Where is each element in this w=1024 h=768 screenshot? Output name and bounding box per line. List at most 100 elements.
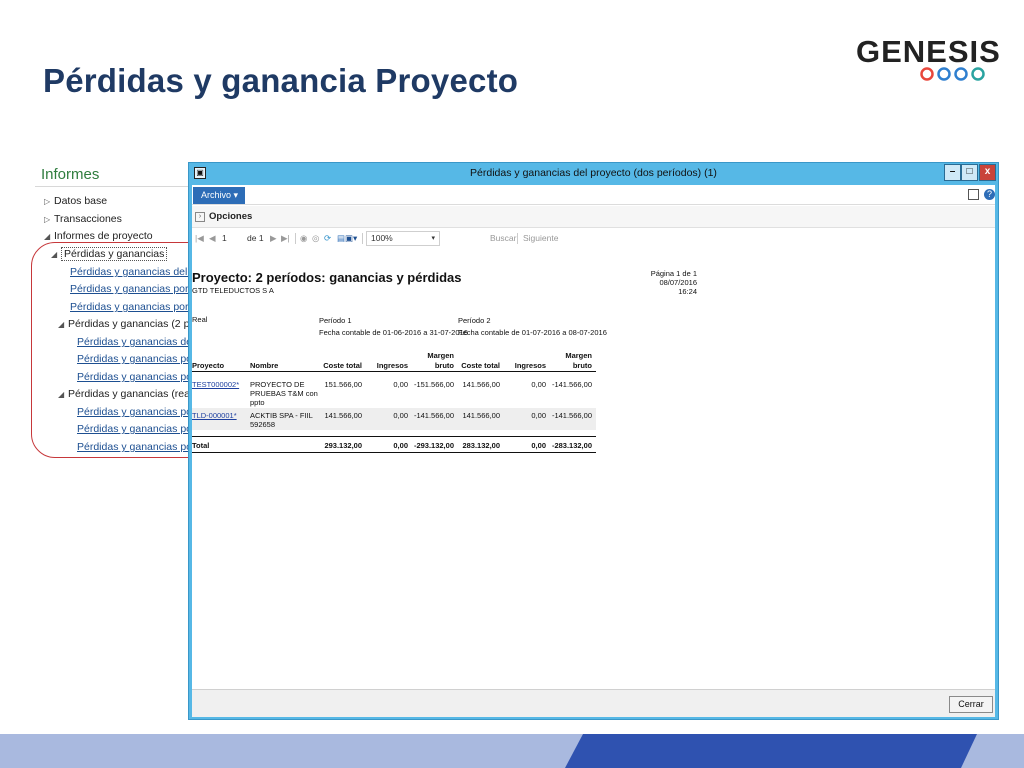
logo-rings-icon [920, 67, 985, 81]
expand-triangle-icon: ▷ [44, 197, 51, 206]
project-name: 592658 [250, 420, 276, 429]
cell-value: -141.566,00 [551, 411, 592, 420]
report-time: 16:24 [678, 287, 697, 296]
informes-divider [35, 186, 195, 187]
total-value: 283.132,00 [462, 441, 500, 450]
col-p1-ingresos: Ingresos [376, 361, 408, 370]
col-p2-coste: Coste total [461, 361, 500, 370]
cell-value: 141.566,00 [462, 411, 500, 420]
cell-value: -141.566,00 [551, 380, 592, 389]
collapse-triangle-icon: ◢ [44, 232, 51, 241]
col-proyecto: Proyecto [192, 361, 225, 370]
tree-item-transacciones[interactable]: ▷ Transacciones [44, 213, 122, 225]
project-name: PRUEBAS T&M con [250, 389, 318, 398]
company-name: GTD TELEDUCTOS S A [192, 286, 274, 295]
slide: Pérdidas y ganancia Proyecto GENESIS Inf… [0, 0, 1024, 768]
print-layout-icon[interactable]: ▤ [337, 233, 345, 244]
zoom-select[interactable]: 100% ▾ [366, 231, 440, 246]
period2-range: Fecha contable de 01-07-2016 a 08-07-201… [458, 328, 607, 337]
refresh-icon[interactable]: ⟳ [324, 233, 331, 244]
total-value: 293.132,00 [324, 441, 362, 450]
opciones-label[interactable]: Opciones [209, 211, 252, 222]
cell-value: 141.566,00 [462, 380, 500, 389]
project-name: ACKTIB SPA - FIIL [250, 411, 313, 420]
cerrar-button[interactable]: Cerrar [949, 696, 993, 713]
report-toolbar: |◀ ◀ 1 de 1 ▶ ▶| ◉ ◎ ⟳ ▤ ▣▾ 100% ▾ Buscar… [192, 230, 995, 248]
siguiente-button[interactable]: Siguiente [523, 233, 558, 243]
chevron-down-icon: ▾ [431, 235, 435, 242]
genesis-logo: GENESIS [856, 34, 1001, 86]
slide-title: Pérdidas y ganancia Proyecto [43, 62, 519, 99]
header-rule [192, 371, 596, 372]
toolbar-separator [295, 233, 296, 244]
cell-value: 141.566,00 [324, 411, 362, 420]
total-rule [192, 436, 596, 437]
toolbar-separator [517, 233, 518, 244]
ribbon: Archivo ▾ ? [192, 185, 995, 205]
expand-triangle-icon: ▷ [44, 215, 51, 224]
window-title: Pérdidas y ganancias del proyecto (dos p… [470, 167, 717, 179]
report-page: Proyecto: 2 períodos: ganancias y pérdid… [192, 249, 995, 689]
col-nombre: Nombre [250, 361, 279, 370]
project-name: PROYECTO DE [250, 380, 305, 389]
real-label: Real [192, 315, 208, 324]
col-p2-bruto: bruto [572, 361, 592, 370]
total-label: Total [192, 441, 210, 450]
project-link[interactable]: TLD-000001* [192, 411, 237, 420]
project-name: ppto [250, 398, 265, 407]
cell-value: 0,00 [393, 380, 408, 389]
cell-value: 0,00 [393, 411, 408, 420]
col-p1-coste: Coste total [323, 361, 362, 370]
book-icon[interactable] [968, 189, 979, 200]
first-page-icon[interactable]: |◀ [195, 233, 204, 244]
opciones-expand-icon[interactable]: › [195, 212, 205, 222]
cell-value: 0,00 [531, 411, 546, 420]
period1-label: Período 1 [319, 316, 352, 325]
archivo-menu-button[interactable]: Archivo ▾ [193, 187, 245, 204]
cell-value: 151.566,00 [324, 380, 362, 389]
period1-range: Fecha contable de 01-06-2016 a 31-07-201… [319, 328, 468, 337]
tree-item-informes-proyecto[interactable]: ◢ Informes de proyecto [44, 230, 153, 242]
project-link[interactable]: TEST000002* [192, 380, 239, 389]
back-icon[interactable]: ◉ [300, 233, 307, 244]
prev-page-icon[interactable]: ◀ [209, 233, 216, 244]
col-p1-bruto: bruto [434, 361, 454, 370]
last-page-icon[interactable]: ▶| [281, 233, 290, 244]
page-number-input[interactable]: 1 [222, 233, 227, 243]
page-count: de 1 [247, 233, 264, 243]
buscar-button[interactable]: Buscar [490, 233, 516, 243]
help-icon[interactable]: ? [984, 189, 995, 200]
cell-value: -141.566,00 [413, 411, 454, 420]
page-info: Página 1 de 1 [650, 269, 697, 278]
window-bottom-bar: Cerrar [192, 689, 995, 717]
opciones-bar: › Opciones [192, 206, 995, 228]
report-title: Proyecto: 2 períodos: ganancias y pérdid… [192, 270, 462, 285]
toolbar-separator [362, 233, 363, 244]
col-p2-ingresos: Ingresos [514, 361, 546, 370]
report-date: 08/07/2016 [659, 278, 697, 287]
maximize-button[interactable]: □ [961, 164, 978, 181]
col-p1-margen: Margen [427, 351, 454, 360]
save-export-icon[interactable]: ▣▾ [345, 233, 357, 244]
footer-accent [565, 734, 977, 768]
total-value: 0,00 [393, 441, 408, 450]
stop-icon[interactable]: ◎ [312, 233, 319, 244]
total-value: -283.132,00 [551, 441, 592, 450]
cell-value: 0,00 [531, 380, 546, 389]
col-p2-margen: Margen [565, 351, 592, 360]
tree-item-datos-base[interactable]: ▷ Datos base [44, 195, 107, 207]
informes-title: Informes [41, 166, 100, 183]
chevron-down-icon: ▾ [233, 190, 239, 200]
report-window: ▣ Pérdidas y ganancias del proyecto (dos… [188, 162, 999, 720]
window-body: Archivo ▾ ? › Opciones |◀ ◀ 1 de 1 ▶ ▶| … [192, 185, 995, 717]
next-page-icon[interactable]: ▶ [270, 233, 277, 244]
minimize-button[interactable]: – [944, 164, 961, 181]
total-value: -293.132,00 [413, 441, 454, 450]
cell-value: -151.566,00 [413, 380, 454, 389]
logo-text: GENESIS [856, 34, 1001, 69]
total-bottom-rule [192, 452, 596, 453]
total-value: 0,00 [531, 441, 546, 450]
window-title-bar[interactable]: ▣ Pérdidas y ganancias del proyecto (dos… [189, 163, 998, 185]
period2-label: Período 2 [458, 316, 491, 325]
close-button[interactable]: x [979, 164, 996, 181]
